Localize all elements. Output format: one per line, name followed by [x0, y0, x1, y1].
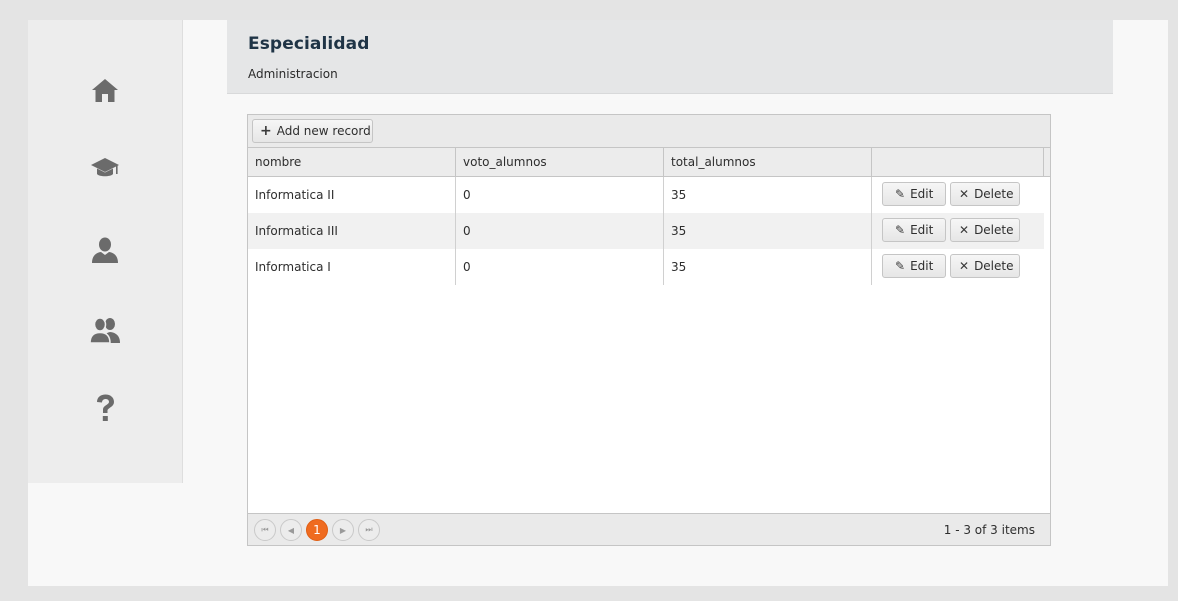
- cell-nombre: Informatica I: [248, 249, 456, 285]
- cell-total-alumnos: 35: [664, 249, 872, 285]
- cell-total-alumnos: 35: [664, 213, 872, 249]
- user-icon[interactable]: [89, 234, 121, 266]
- last-page-icon[interactable]: ⏭: [358, 519, 380, 541]
- close-icon: ✕: [959, 223, 970, 237]
- users-icon[interactable]: [89, 314, 121, 346]
- delete-label: Delete: [974, 259, 1014, 273]
- current-page-button[interactable]: 1: [306, 519, 328, 541]
- delete-button[interactable]: ✕ Delete: [950, 218, 1020, 242]
- plus-icon: +: [260, 123, 272, 139]
- cell-voto-alumnos: 0: [456, 177, 664, 213]
- sidebar: [28, 20, 183, 483]
- column-header-voto-alumnos[interactable]: voto_alumnos: [456, 148, 664, 176]
- column-header-nombre[interactable]: nombre: [248, 148, 456, 176]
- pager-info: 1 - 3 of 3 items: [943, 523, 1035, 537]
- close-icon: ✕: [959, 187, 970, 201]
- column-header-actions: [872, 148, 1044, 176]
- table-row: Informatica II 0 35 ✎ Edit ✕ Delete: [248, 177, 1044, 213]
- graduation-cap-icon[interactable]: [89, 152, 121, 184]
- edit-button[interactable]: ✎ Edit: [882, 182, 946, 206]
- delete-label: Delete: [974, 223, 1014, 237]
- page-title: Especialidad: [248, 34, 370, 54]
- column-header-total-alumnos[interactable]: total_alumnos: [664, 148, 872, 176]
- data-grid: + Add new record nombre voto_alumnos tot…: [247, 114, 1051, 546]
- cell-voto-alumnos: 0: [456, 213, 664, 249]
- table-row: Informatica I 0 35 ✎ Edit ✕ Delete: [248, 249, 1044, 285]
- table-row: Informatica III 0 35 ✎ Edit ✕ Delete: [248, 213, 1044, 249]
- home-icon[interactable]: [89, 74, 121, 106]
- previous-page-icon[interactable]: ◀: [280, 519, 302, 541]
- pencil-icon: ✎: [895, 223, 906, 237]
- edit-label: Edit: [910, 259, 934, 273]
- add-new-record-label: Add new record: [276, 124, 371, 138]
- delete-button[interactable]: ✕ Delete: [950, 254, 1020, 278]
- page-subtitle: Administracion: [248, 67, 338, 81]
- edit-button[interactable]: ✎ Edit: [882, 218, 946, 242]
- edit-label: Edit: [910, 187, 934, 201]
- cell-total-alumnos: 35: [664, 177, 872, 213]
- page-header: Especialidad Administracion: [227, 20, 1113, 94]
- help-icon[interactable]: [89, 392, 121, 424]
- edit-button[interactable]: ✎ Edit: [882, 254, 946, 278]
- delete-button[interactable]: ✕ Delete: [950, 182, 1020, 206]
- first-page-icon[interactable]: ⏮: [254, 519, 276, 541]
- close-icon: ✕: [959, 259, 970, 273]
- grid-pager: ⏮ ◀ 1 ▶ ⏭ 1 - 3 of 3 items: [248, 513, 1050, 545]
- add-new-record-button[interactable]: + Add new record: [252, 119, 373, 143]
- cell-nombre: Informatica II: [248, 177, 456, 213]
- grid-header: nombre voto_alumnos total_alumnos: [248, 148, 1050, 177]
- edit-label: Edit: [910, 223, 934, 237]
- cell-nombre: Informatica III: [248, 213, 456, 249]
- pencil-icon: ✎: [895, 187, 906, 201]
- grid-toolbar: + Add new record: [248, 115, 1050, 148]
- next-page-icon[interactable]: ▶: [332, 519, 354, 541]
- cell-voto-alumnos: 0: [456, 249, 664, 285]
- delete-label: Delete: [974, 187, 1014, 201]
- pencil-icon: ✎: [895, 259, 906, 273]
